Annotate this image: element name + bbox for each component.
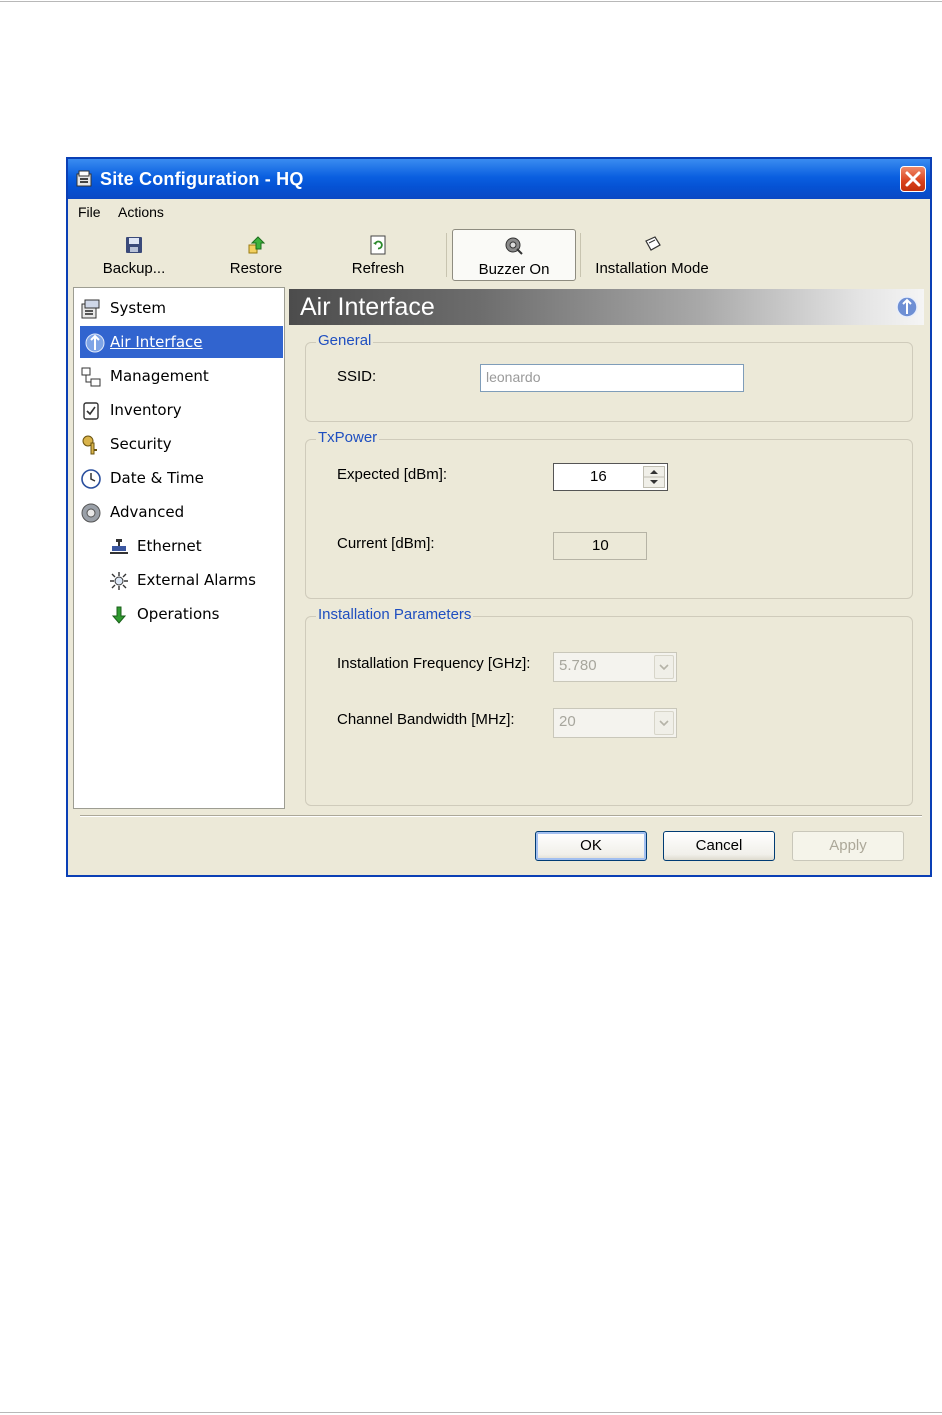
installation-frequency-dropdown-button[interactable] [654, 655, 674, 679]
help-icon[interactable] [896, 296, 918, 318]
current-dbm-value: 10 [592, 537, 609, 554]
nav-item-system[interactable]: System [74, 292, 279, 324]
nav-item-label: Management [110, 367, 209, 385]
general-group-title: General [316, 332, 374, 349]
refresh-icon [370, 235, 386, 255]
expected-dbm-label: Expected [dBm]: [337, 466, 448, 483]
window-title: Site Configuration - HQ [100, 169, 304, 189]
backup-button[interactable]: Backup... [86, 229, 182, 281]
page-bottom-rule [0, 1412, 942, 1413]
installation-mode-button[interactable]: Installation Mode [586, 229, 718, 281]
restore-icon [248, 236, 266, 254]
ssid-value: leonardo [486, 369, 541, 385]
refresh-label: Refresh [351, 260, 405, 277]
current-dbm-label: Current [dBm]: [337, 535, 435, 552]
buzzer-icon [505, 237, 523, 255]
txpower-group: TxPower Expected [dBm]: 16 Current [dBm]… [305, 429, 913, 599]
clock-icon [81, 469, 101, 489]
nav-item-ethernet[interactable]: Ethernet [74, 530, 279, 562]
chevron-down-icon [659, 720, 669, 727]
ssid-label: SSID: [337, 368, 377, 385]
nav-item-inventory[interactable]: Inventory [74, 394, 279, 426]
channel-bandwidth-dropdown-button[interactable] [654, 711, 674, 735]
nav-item-label: External Alarms [137, 571, 256, 589]
nav-item-label: System [110, 299, 166, 317]
nav-item-date-time[interactable]: Date & Time [74, 462, 279, 494]
floppy-disk-icon [126, 237, 142, 253]
restore-button[interactable]: Restore [208, 229, 304, 281]
expected-dbm-stepper[interactable]: 16 [553, 463, 668, 491]
nav-item-label: Ethernet [137, 537, 202, 555]
nav-item-air-interface[interactable]: Air Interface [80, 326, 283, 358]
nav-item-label: Advanced [110, 503, 185, 521]
management-icon [81, 367, 101, 387]
current-dbm-field: 10 [553, 532, 647, 560]
apply-button[interactable]: Apply [792, 831, 904, 861]
ok-button[interactable]: OK [535, 831, 647, 861]
nav-item-label: Operations [137, 605, 220, 623]
footer-separator [80, 815, 922, 817]
nav-item-management[interactable]: Management [74, 360, 279, 392]
buzzer-on-button[interactable]: Buzzer On [452, 229, 576, 281]
toolbar: Backup... Restore Refresh Buzzer On Inst… [72, 227, 926, 283]
spin-buttons-icon[interactable] [643, 466, 665, 488]
navigation-tree: System Air Interface Management Inventor… [73, 287, 285, 809]
system-icon [81, 299, 100, 319]
installation-frequency-select[interactable]: 5.780 [553, 652, 677, 682]
buzzer-label: Buzzer On [478, 261, 550, 278]
installation-mode-label: Installation Mode [595, 260, 709, 277]
title-bar[interactable]: Site Configuration - HQ [68, 159, 930, 199]
installation-parameters-title: Installation Parameters [316, 606, 474, 623]
ethernet-icon [110, 539, 128, 554]
backup-label: Backup... [102, 260, 166, 277]
installation-frequency-label: Installation Frequency [GHz]: [337, 655, 531, 672]
expected-dbm-value: 16 [590, 468, 607, 485]
nav-item-label: Security [110, 435, 172, 453]
nav-item-label: Inventory [110, 401, 182, 419]
air-interface-icon [85, 333, 105, 353]
panel-title: Air Interface [300, 293, 435, 321]
channel-bandwidth-value: 20 [559, 713, 576, 730]
txpower-group-title: TxPower [316, 429, 380, 446]
channel-bandwidth-select[interactable]: 20 [553, 708, 677, 738]
cancel-button[interactable]: Cancel [663, 831, 775, 861]
ssid-input[interactable]: leonardo [480, 364, 744, 392]
close-icon [905, 171, 921, 187]
refresh-button[interactable]: Refresh [330, 229, 426, 281]
nav-item-label: Date & Time [110, 469, 204, 487]
installation-mode-icon [645, 236, 661, 251]
panel-header: Air Interface [289, 289, 924, 325]
alarm-icon [110, 572, 128, 590]
page-top-rule [0, 1, 942, 2]
advanced-icon [81, 503, 101, 523]
content-panel: Air Interface General SSID: leonardo TxP… [289, 287, 926, 809]
operations-icon [111, 606, 127, 624]
installation-frequency-value: 5.780 [559, 657, 597, 674]
site-configuration-window: Site Configuration - HQ File Actions Bac… [66, 157, 932, 877]
nav-item-security[interactable]: Security [74, 428, 279, 460]
security-icon [82, 435, 97, 455]
restore-label: Restore [229, 260, 283, 277]
general-group: General SSID: leonardo [305, 332, 913, 422]
toolbar-separator [580, 233, 581, 277]
menu-bar: File Actions [68, 199, 930, 225]
toolbar-separator [446, 233, 447, 277]
close-button[interactable] [900, 166, 926, 192]
nav-item-operations[interactable]: Operations [74, 598, 279, 630]
menu-file[interactable]: File [78, 204, 101, 220]
window-icon [76, 170, 92, 187]
nav-item-label: Air Interface [110, 333, 203, 351]
menu-actions[interactable]: Actions [118, 204, 164, 220]
inventory-icon [83, 402, 99, 420]
installation-parameters-group: Installation Parameters Installation Fre… [305, 606, 913, 806]
chevron-down-icon [659, 664, 669, 671]
nav-item-external-alarms[interactable]: External Alarms [74, 564, 279, 596]
nav-item-advanced[interactable]: Advanced [74, 496, 279, 528]
channel-bandwidth-label: Channel Bandwidth [MHz]: [337, 711, 515, 728]
